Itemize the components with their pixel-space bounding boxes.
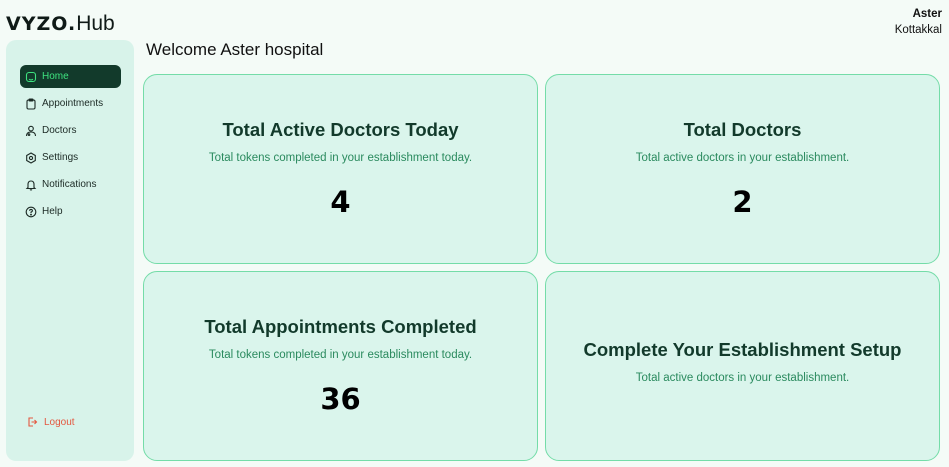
brand-logo: VYZO.Hub (6, 12, 115, 36)
user-info: Aster Kottakkal (895, 6, 942, 38)
sidebar-item-home[interactable]: Home (20, 65, 121, 88)
page-title: Welcome Aster hospital (146, 40, 324, 59)
user-location: Kottakkal (894, 24, 942, 36)
sidebar-item-settings[interactable]: Settings (20, 146, 121, 169)
logout-button[interactable]: Logout (26, 416, 75, 428)
sidebar-item-label: Settings (42, 152, 79, 163)
logout-label: Logout (44, 416, 75, 428)
card-title: Total Appointments Completed (204, 316, 477, 337)
sidebar-item-label: Doctors (42, 125, 77, 136)
sidebar-item-label: Appointments (42, 98, 104, 109)
help-icon (25, 206, 37, 218)
card-value: 4 (330, 185, 351, 219)
sidebar-nav: Home Appointments Doctors Settings Notif… (20, 65, 121, 227)
card-complete-setup[interactable]: Complete Your Establishment Setup Total … (545, 271, 940, 461)
sidebar-item-notifications[interactable]: Notifications (20, 173, 121, 196)
brand-logo-part1: VYZO. (6, 13, 77, 35)
sidebar-item-label: Home (42, 71, 69, 82)
card-title: Total Active Doctors Today (222, 119, 459, 140)
home-icon (25, 71, 37, 83)
card-title: Total Doctors (683, 119, 802, 140)
brand-logo-part2: Hub (76, 12, 115, 35)
sidebar: Home Appointments Doctors Settings Notif… (6, 40, 134, 461)
card-subtitle: Total tokens completed in your establish… (208, 152, 473, 164)
bell-icon (25, 179, 37, 191)
sidebar-item-appointments[interactable]: Appointments (20, 92, 121, 115)
sidebar-item-doctors[interactable]: Doctors (20, 119, 121, 142)
card-active-doctors-today: Total Active Doctors Today Total tokens … (143, 74, 538, 264)
card-value: 36 (320, 382, 361, 416)
card-title: Complete Your Establishment Setup (583, 339, 902, 360)
sidebar-item-label: Notifications (42, 179, 97, 190)
user-name: Aster (912, 8, 942, 20)
card-subtitle: Total tokens completed in your establish… (208, 349, 473, 361)
sidebar-item-label: Help (42, 206, 63, 217)
clipboard-icon (25, 97, 37, 110)
sidebar-item-help[interactable]: Help (20, 200, 121, 223)
doctor-icon (25, 125, 37, 137)
logout-icon (26, 416, 38, 428)
card-total-doctors: Total Doctors Total active doctors in yo… (545, 74, 940, 264)
card-subtitle: Total active doctors in your establishme… (635, 372, 850, 384)
card-subtitle: Total active doctors in your establishme… (635, 152, 850, 164)
gear-icon (25, 151, 37, 164)
card-total-appointments-completed: Total Appointments Completed Total token… (143, 271, 538, 461)
card-value: 2 (732, 185, 753, 219)
